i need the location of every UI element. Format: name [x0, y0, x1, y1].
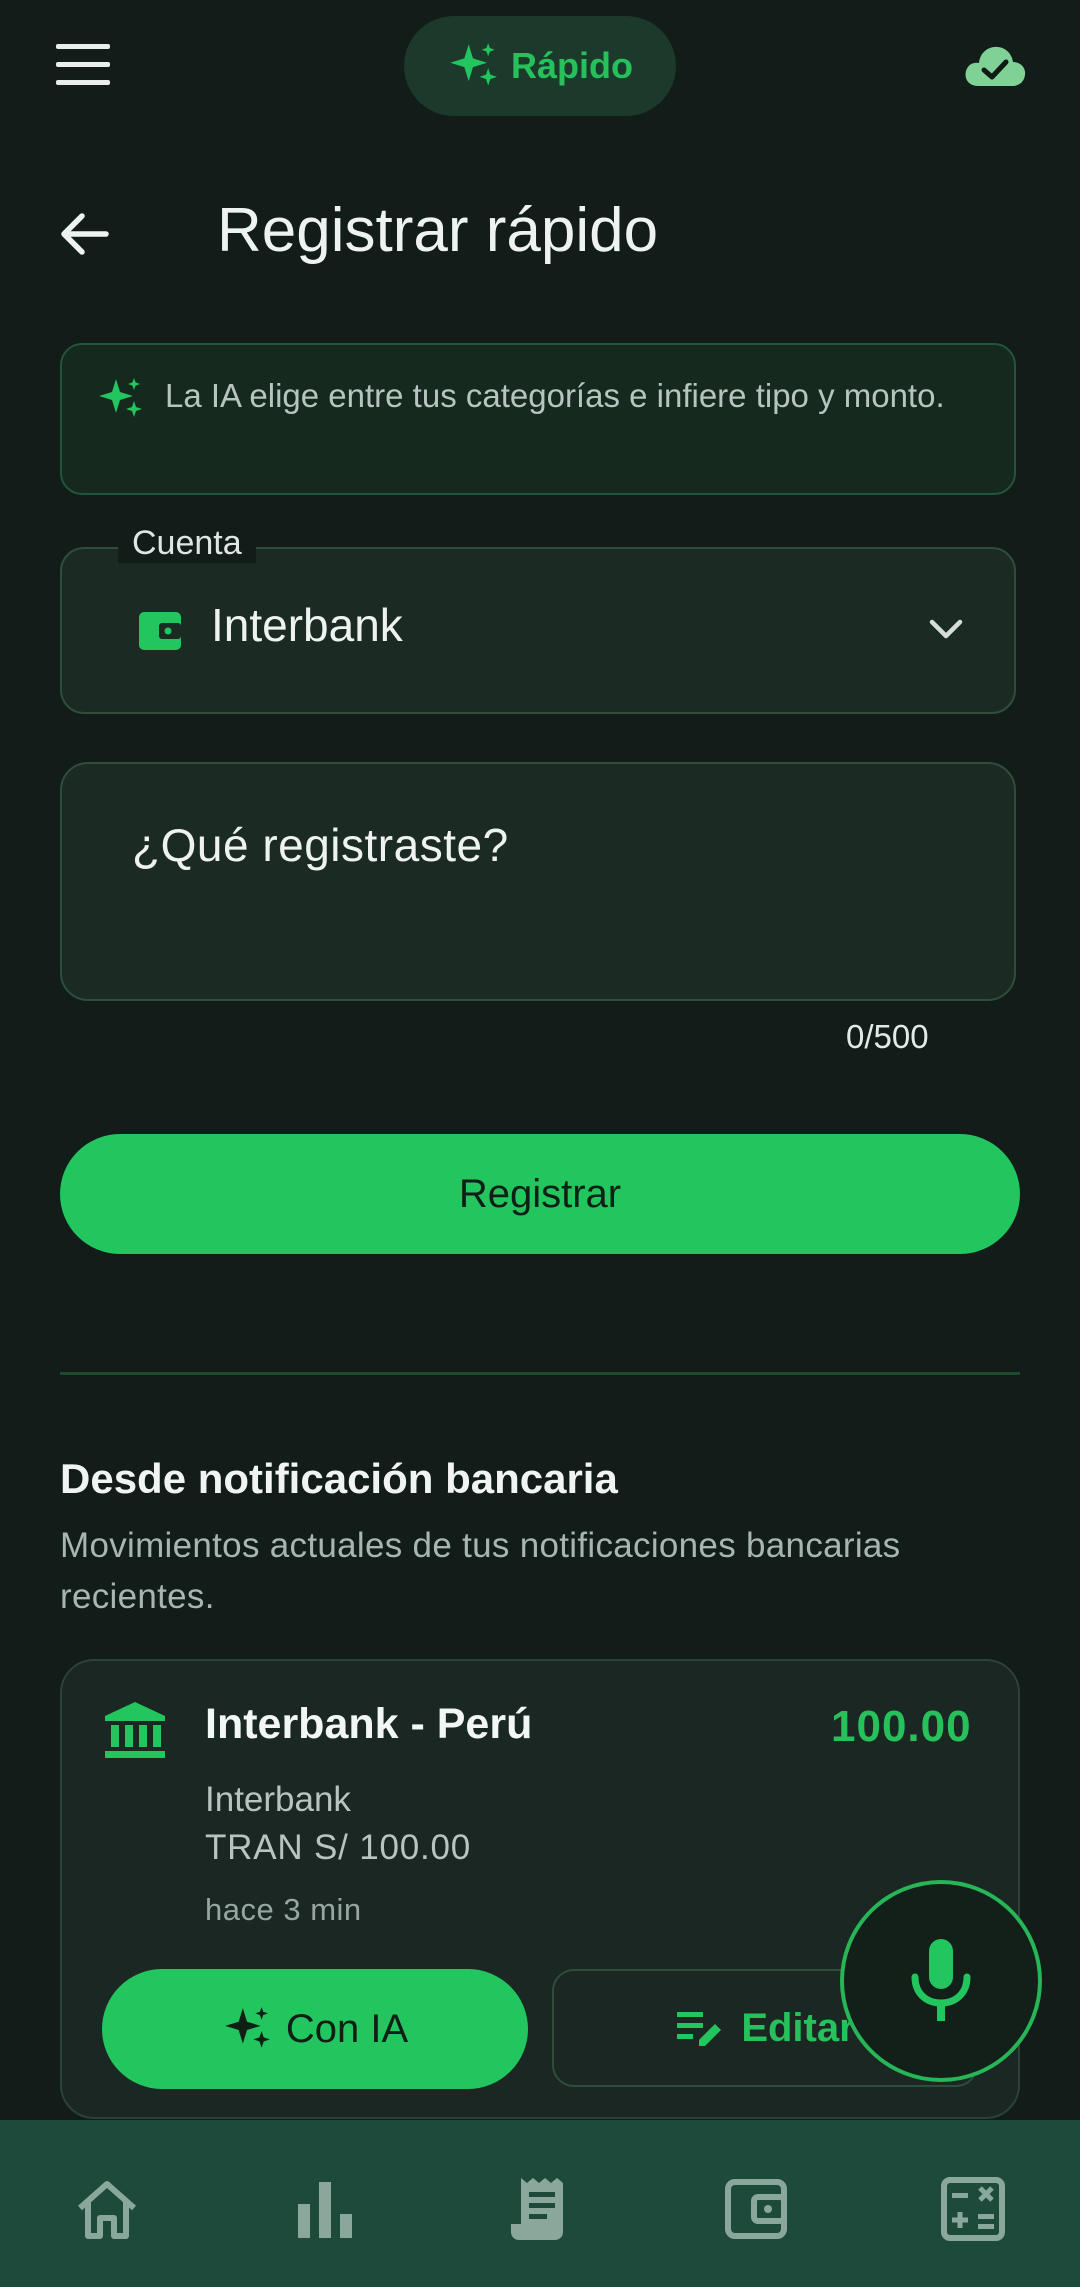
edit-note-icon [677, 2012, 722, 2046]
mode-pill[interactable]: Rápido [404, 16, 676, 116]
page-title: Registrar rápido [217, 196, 659, 265]
ai-info-box [60, 343, 1016, 495]
mic-icon [911, 1939, 971, 2021]
wallet-icon [139, 612, 181, 650]
entry-textarea[interactable] [60, 762, 1016, 1001]
calculator-icon[interactable] [938, 2174, 1008, 2244]
entry-placeholder: ¿Qué registraste? [132, 819, 509, 871]
char-counter: 0/500 [846, 1018, 929, 1055]
wallet-nav-icon[interactable] [722, 2174, 792, 2244]
cloud-check-icon[interactable] [962, 40, 1028, 92]
menu-icon[interactable] [54, 44, 112, 86]
receipt-icon[interactable] [505, 2174, 575, 2244]
divider [60, 1372, 1020, 1375]
card-time: hace 3 min [205, 1892, 362, 1927]
card-title: Interbank - Perú [205, 1700, 533, 1748]
ai-info-text: La IA elige entre tus categorías e infie… [165, 377, 945, 414]
account-select[interactable] [60, 547, 1016, 714]
home-icon[interactable] [72, 2174, 142, 2244]
voice-input-button[interactable] [840, 1880, 1042, 2082]
bank-icon [105, 1702, 165, 1758]
back-arrow-icon[interactable] [56, 206, 112, 262]
register-button[interactable]: Registrar [60, 1134, 1020, 1254]
card-bank: Interbank [205, 1780, 351, 1819]
sparkle-icon [99, 378, 142, 417]
section-description: Movimientos actuales de tus notificacion… [60, 1526, 901, 1616]
card-detail: TRAN S/ 100.00 [205, 1828, 472, 1867]
account-value: Interbank [211, 599, 403, 651]
ai-button-label: Con IA [285, 2006, 409, 2051]
sparkle-icon [224, 2007, 270, 2048]
section-title: Desde notificación bancaria [60, 1455, 618, 1502]
chevron-down-icon[interactable] [927, 614, 965, 644]
mode-label: Rápido [511, 45, 633, 86]
edit-button-label: Editar [741, 2005, 855, 2050]
card-amount: 100.00 [831, 1702, 972, 1751]
chart-icon[interactable] [290, 2174, 360, 2244]
ai-register-button[interactable]: Con IA [102, 1969, 528, 2089]
sparkle-icon [450, 43, 497, 86]
account-label: Cuenta [118, 524, 256, 563]
